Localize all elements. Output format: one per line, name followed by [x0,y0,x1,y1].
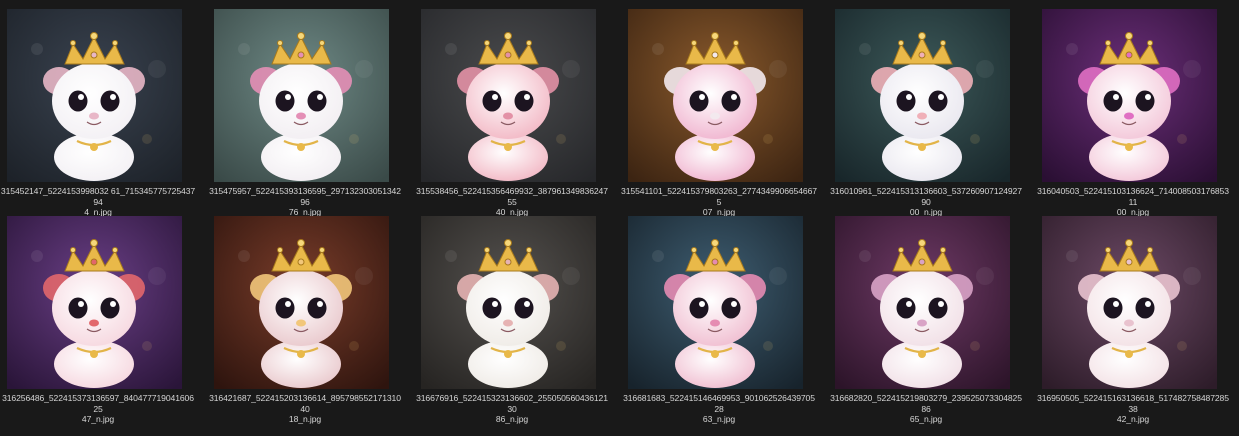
image-thumbnail[interactable] [7,9,182,182]
file-name-label: 315475957_522415393136595_29713230305134… [207,186,403,218]
file-name-line-1: 315541101_522415379803263_27743499066546… [621,186,817,207]
image-thumbnail[interactable] [421,9,596,182]
file-name-label: 315452147_5224153998032 61_7153457757254… [0,186,196,218]
file-tile[interactable]: 316010961_522415313136603_53726090712492… [828,9,1028,219]
file-tile[interactable]: 315538456_522415356469932_38796134983624… [414,9,614,219]
file-tile[interactable]: 315541101_522415379803263_27743499066546… [621,9,821,219]
image-thumbnail[interactable] [628,9,803,182]
file-name-line-2: 63_n.jpg [702,414,736,424]
file-name-label: 316681683_522415146469953_90106252643970… [621,393,817,425]
file-name-label: 315541101_522415379803263_27743499066546… [621,186,817,218]
file-name-line-2: 42_n.jpg [1116,414,1150,424]
file-tile[interactable]: 315452147_5224153998032 61_7153457757254… [0,9,200,219]
file-name-line-2: 65_n.jpg [909,414,943,424]
file-tile[interactable]: 316676916_522415323136602_25505056043612… [414,216,614,426]
file-name-line-1: 316676916_522415323136602_25505056043612… [416,393,608,414]
image-thumbnail[interactable] [214,9,389,182]
file-name-line-1: 316010961_522415313136603_53726090712492… [830,186,1022,207]
file-name-line-1: 316421687_522415203136614_89579855217131… [209,393,401,414]
file-tile[interactable]: 316682820_522415219803279_23952507330482… [828,216,1028,426]
image-thumbnail[interactable] [835,216,1010,389]
file-tile[interactable]: 316950505_522415163136618_51748275848728… [1035,216,1235,426]
file-name-line-1: 316682820_522415219803279_23952507330482… [830,393,1022,414]
file-name-line-2: 86_n.jpg [495,414,529,424]
image-thumbnail[interactable] [421,216,596,389]
file-name-label: 316682820_522415219803279_23952507330482… [828,393,1024,425]
file-tile[interactable]: 315475957_522415393136595_29713230305134… [207,9,407,219]
file-name-label: 315538456_522415356469932_38796134983624… [414,186,610,218]
file-name-line-1: 316950505_522415163136618_51748275848728… [1037,393,1229,414]
file-name-line-1: 315452147_5224153998032 61_7153457757254… [0,186,196,207]
file-name-label: 316256486_522415373136597_84047771904160… [0,393,196,425]
file-tile[interactable]: 316040503_522415103136624_71400850317685… [1035,9,1235,219]
thumbnail-grid: 315452147_5224153998032 61_7153457757254… [0,0,1239,436]
file-tile[interactable]: 316256486_522415373136597_84047771904160… [0,216,200,426]
file-name-line-1: 316040503_522415103136624_71400850317685… [1037,186,1229,207]
file-name-line-1: 315538456_522415356469932_38796134983624… [416,186,608,207]
image-thumbnail[interactable] [628,216,803,389]
file-name-line-2: 18_n.jpg [288,414,322,424]
image-thumbnail[interactable] [7,216,182,389]
file-name-label: 316010961_522415313136603_53726090712492… [828,186,1024,218]
file-name-label: 316676916_522415323136602_25505056043612… [414,393,610,425]
file-name-line-1: 316256486_522415373136597_84047771904160… [2,393,194,414]
file-name-label: 316421687_522415203136614_89579855217131… [207,393,403,425]
file-tile[interactable]: 316421687_522415203136614_89579855217131… [207,216,407,426]
file-name-label: 316950505_522415163136618_51748275848728… [1035,393,1231,425]
file-tile[interactable]: 316681683_522415146469953_90106252643970… [621,216,821,426]
file-name-label: 316040503_522415103136624_71400850317685… [1035,186,1231,218]
file-name-line-2: 47_n.jpg [81,414,115,424]
image-thumbnail[interactable] [1042,216,1217,389]
image-thumbnail[interactable] [835,9,1010,182]
image-thumbnail[interactable] [1042,9,1217,182]
file-name-line-1: 315475957_522415393136595_29713230305134… [209,186,401,207]
file-name-line-1: 316681683_522415146469953_90106252643970… [623,393,815,414]
image-thumbnail[interactable] [214,216,389,389]
